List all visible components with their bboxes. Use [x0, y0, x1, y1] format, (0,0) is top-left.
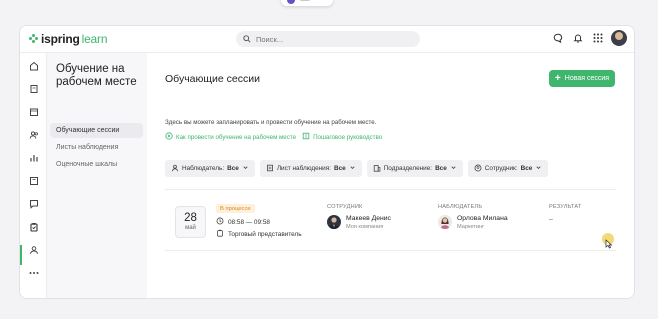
subnav-item-scales[interactable]: Оценочные шкалы — [50, 157, 143, 172]
guide-link[interactable]: Пошаговое руководство — [302, 132, 382, 142]
plus-icon: + — [554, 72, 561, 84]
column-employee: СОТРУДНИК — [327, 204, 363, 210]
employee-cell[interactable]: Макеев Денис Моя компания — [327, 215, 391, 230]
brand-name: ispring — [41, 32, 80, 46]
search-box[interactable] — [236, 31, 420, 47]
list-top-divider — [165, 189, 616, 190]
filter-employee[interactable]: Сотрудник: Все — [467, 160, 549, 177]
search-input[interactable] — [256, 34, 406, 44]
top-header: ispring learn — [20, 26, 634, 53]
mouse-pointer-icon — [605, 236, 613, 254]
chevron-down-icon — [242, 164, 249, 173]
employee-avatar — [327, 215, 341, 229]
play-circle-icon — [165, 132, 173, 142]
filter-observer[interactable]: Наблюдатель: Все — [165, 160, 255, 177]
brand-suffix: learn — [81, 32, 108, 46]
guide-link-label: Пошаговое руководство — [313, 133, 383, 141]
pill-handle — [300, 0, 310, 1]
filter-label: Лист наблюдения: — [276, 165, 331, 172]
more-icon[interactable] — [26, 265, 41, 280]
main-content: Обучающие сессии + Новая сессия Здесь вы… — [147, 53, 634, 298]
brand-logo[interactable]: ispring learn — [29, 32, 107, 46]
filter-value: Все — [227, 165, 239, 172]
employee-company: Моя компания — [346, 224, 384, 230]
filter-value: Все — [333, 165, 346, 172]
apps-grid-icon[interactable] — [591, 31, 605, 45]
building-icon — [373, 164, 381, 174]
filter-value: Все — [435, 165, 447, 172]
subnav-item-label: Обучающие сессии — [56, 127, 120, 134]
page-title: Обучающие сессии — [165, 73, 260, 85]
filter-label: Наблюдатель: — [182, 165, 225, 172]
filter-label: Подразделение: — [383, 165, 433, 172]
howto-link[interactable]: Как провести обучение на рабочем месте — [165, 132, 296, 142]
session-time-text: 08:58 — 09:58 — [228, 218, 270, 226]
observer-name: Орлова Милана — [457, 215, 508, 222]
filter-department[interactable]: Подразделение: Все — [366, 160, 463, 177]
chevron-down-icon — [349, 164, 356, 173]
new-session-label: Новая сессия — [564, 75, 610, 82]
bell-icon[interactable] — [571, 31, 585, 45]
session-position-text: Торговый представитель — [228, 230, 302, 238]
icon-rail — [20, 53, 47, 298]
section-title: Обучение на рабочем месте — [56, 63, 137, 88]
rail-active-indicator — [20, 245, 22, 265]
list-bottom-divider — [165, 250, 616, 251]
subnav-item-checklists[interactable]: Листы наблюдения — [50, 140, 143, 155]
observer-cell[interactable]: Орлова Милана Маркетинг — [438, 215, 508, 230]
howto-link-label: Как провести обучение на рабочем месте — [176, 133, 297, 141]
book-icon — [302, 132, 310, 142]
checklist-icon — [266, 164, 274, 174]
user-search-icon[interactable] — [26, 242, 41, 257]
search-icon — [243, 30, 251, 48]
chevron-down-icon — [535, 164, 542, 173]
home-icon[interactable] — [26, 58, 41, 73]
session-date: 28 май — [175, 206, 206, 238]
employee-name: Макеев Денис — [346, 215, 391, 222]
subnav-item-label: Листы наблюдения — [56, 144, 119, 151]
new-session-button[interactable]: + Новая сессия — [549, 70, 615, 87]
chart-icon[interactable] — [26, 150, 41, 165]
session-month: май — [185, 225, 196, 231]
calendar-icon[interactable] — [26, 104, 41, 119]
app-window: ispring learn Поиск... Обучение на рабоч… — [19, 25, 635, 299]
page-description: Здесь вы можете запланировать и провести… — [165, 119, 377, 126]
result-value: – — [549, 216, 553, 223]
message-icon[interactable] — [26, 196, 41, 211]
chevron-down-icon — [450, 164, 457, 173]
session-time: 08:58 — 09:58 — [216, 217, 270, 227]
observer-avatar — [438, 215, 452, 229]
status-text: В процессе — [220, 205, 251, 212]
status-badge: В процессе — [216, 204, 255, 213]
clipboard-icon — [216, 229, 224, 239]
chat-icon[interactable] — [551, 31, 565, 45]
column-observer: НАБЛЮДАТЕЛЬ — [438, 204, 483, 210]
logo-mark-icon — [29, 34, 39, 44]
library-icon[interactable] — [26, 173, 41, 188]
filter-bar: Наблюдатель: Все Лист наблюдения: Все По… — [165, 160, 549, 177]
session-position: Торговый представитель — [216, 229, 302, 239]
user-avatar[interactable] — [611, 30, 627, 46]
section-subnav: Обучение на рабочем месте Обучающие сесс… — [47, 53, 147, 298]
clock-icon — [216, 217, 224, 227]
subnav-item-sessions[interactable]: Обучающие сессии — [50, 123, 143, 138]
book-icon[interactable] — [26, 81, 41, 96]
screen-share-pill[interactable] — [281, 0, 333, 6]
column-result: РЕЗУЛЬТАТ — [549, 204, 582, 210]
recording-dot — [287, 0, 295, 4]
filter-value: Все — [520, 165, 533, 172]
clipboard-icon[interactable] — [26, 219, 41, 234]
filter-checklist[interactable]: Лист наблюдения: Все — [259, 160, 362, 177]
subnav-item-label: Оценочные шкалы — [56, 161, 118, 168]
people-icon — [474, 164, 482, 174]
observer-department: Маркетинг — [457, 224, 485, 230]
user-icon — [171, 164, 179, 174]
filter-label: Сотрудник: — [484, 165, 518, 172]
users-icon[interactable] — [26, 127, 41, 142]
session-day: 28 — [184, 212, 197, 224]
